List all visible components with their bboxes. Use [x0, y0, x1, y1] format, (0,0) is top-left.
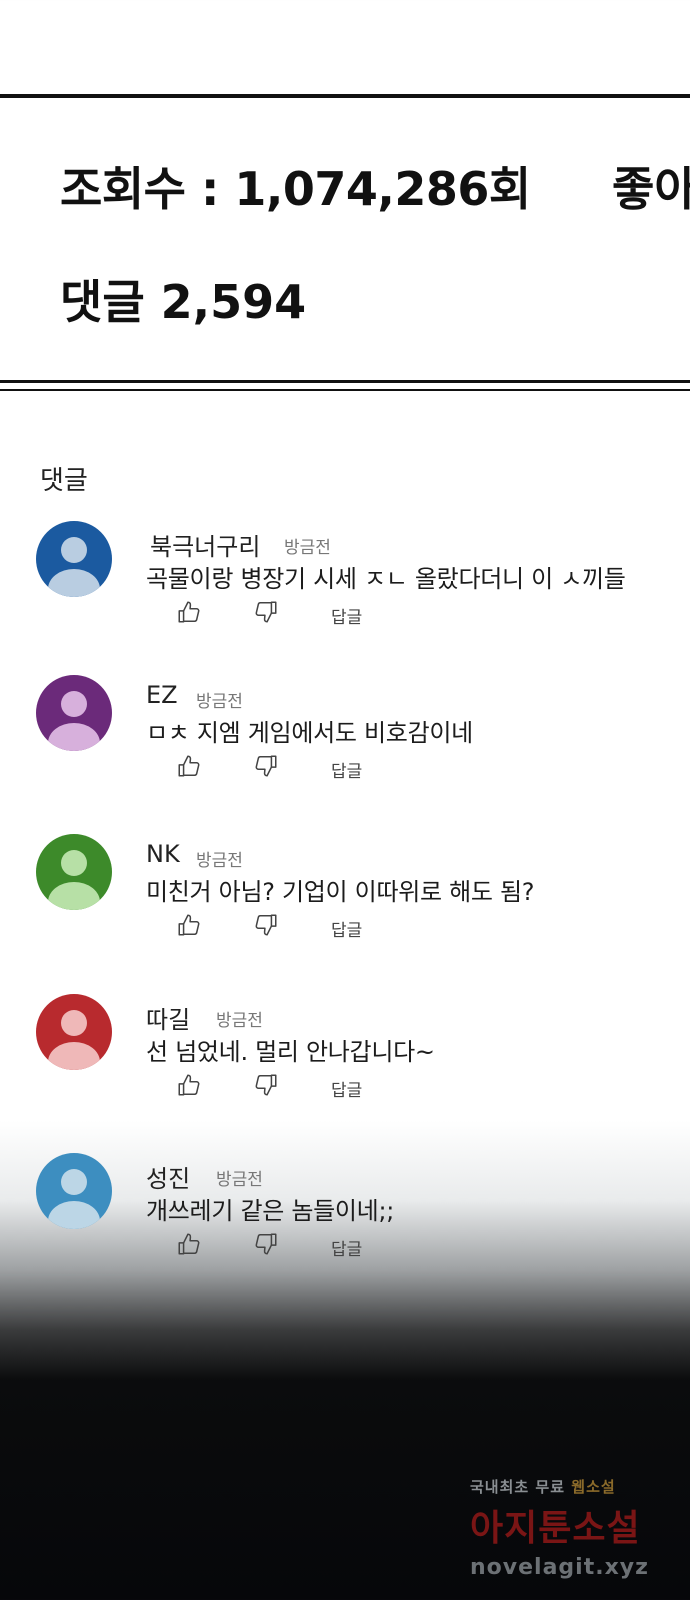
comment-item: 북극너구리 방금전 곡물이랑 병장기 시세 ㅈㄴ 올랐다더니 이 ㅅ끼들 답글 — [0, 521, 690, 651]
thumbs-up-icon[interactable] — [176, 1072, 202, 1098]
comment-text: 미친거 아님? 기업이 이따위로 해도 됨? — [146, 878, 535, 906]
thumbs-down-icon[interactable] — [253, 1072, 279, 1098]
reply-button[interactable]: 답글 — [331, 603, 362, 628]
comment-text: 선 넘었네. 멀리 안나갑니다~ — [146, 1038, 435, 1066]
comment-author[interactable]: 성진 — [146, 1159, 190, 1194]
reply-button[interactable]: 답글 — [331, 916, 362, 941]
thumbs-up-icon[interactable] — [176, 1231, 202, 1257]
comment-time: 방금전 — [196, 692, 243, 712]
stats-divider-1 — [0, 380, 690, 383]
avatar[interactable] — [36, 994, 112, 1070]
comment-time: 방금전 — [216, 1011, 263, 1031]
comment-count: 댓글 2,594 — [60, 275, 307, 329]
comment-item: EZ 방금전 ㅁㅊ 지엠 게임에서도 비호감이네 답글 — [0, 675, 690, 805]
watermark-tagline: 국내최초 무료 웹소설 — [470, 1478, 616, 1496]
avatar[interactable] — [36, 675, 112, 751]
avatar[interactable] — [36, 521, 112, 597]
stats-panel: 조회수 : 1,074,286회 좋아 댓글 2,594 — [0, 98, 690, 381]
stats-divider-2 — [0, 389, 690, 391]
thumbs-up-icon[interactable] — [176, 599, 202, 625]
thumbs-down-icon[interactable] — [253, 1231, 279, 1257]
view-count: 조회수 : 1,074,286회 — [60, 162, 531, 216]
reply-button[interactable]: 답글 — [331, 757, 362, 782]
comment-item: 성진 방금전 개쓰레기 같은 놈들이네;; 답글 — [0, 1153, 690, 1283]
comment-time: 방금전 — [216, 1170, 263, 1190]
comment-text: 곡물이랑 병장기 시세 ㅈㄴ 올랐다더니 이 ㅅ끼들 — [146, 565, 626, 593]
avatar[interactable] — [36, 1153, 112, 1229]
comment-author[interactable]: EZ — [146, 681, 178, 709]
comment-author[interactable]: NK — [146, 840, 180, 868]
comment-author[interactable]: 북극너구리 — [150, 527, 260, 562]
comment-time: 방금전 — [284, 538, 331, 558]
comment-item: NK 방금전 미친거 아님? 기업이 이따위로 해도 됨? 답글 — [0, 834, 690, 964]
avatar[interactable] — [36, 834, 112, 910]
site-watermark: 국내최초 무료 웹소설 아지툰소설 novelagit.xyz — [470, 1476, 670, 1580]
comment-text: ㅁㅊ 지엠 게임에서도 비호감이네 — [146, 719, 473, 747]
comments-section-title: 댓글 — [40, 466, 88, 496]
comment-author[interactable]: 따길 — [146, 1000, 190, 1035]
thumbs-down-icon[interactable] — [253, 599, 279, 625]
thumbs-up-icon[interactable] — [176, 912, 202, 938]
reply-button[interactable]: 답글 — [331, 1235, 362, 1260]
comment-text: 개쓰레기 같은 놈들이네;; — [146, 1197, 395, 1225]
watermark-url: novelagit.xyz — [470, 1555, 649, 1580]
thumbs-up-icon[interactable] — [176, 753, 202, 779]
like-count: 좋아 — [612, 162, 690, 216]
thumbs-down-icon[interactable] — [253, 753, 279, 779]
reply-button[interactable]: 답글 — [331, 1076, 362, 1101]
comment-time: 방금전 — [196, 851, 243, 871]
thumbs-down-icon[interactable] — [253, 912, 279, 938]
watermark-logo-text: 아지툰소설 — [470, 1508, 641, 1549]
comment-item: 따길 방금전 선 넘었네. 멀리 안나갑니다~ 답글 — [0, 994, 690, 1124]
